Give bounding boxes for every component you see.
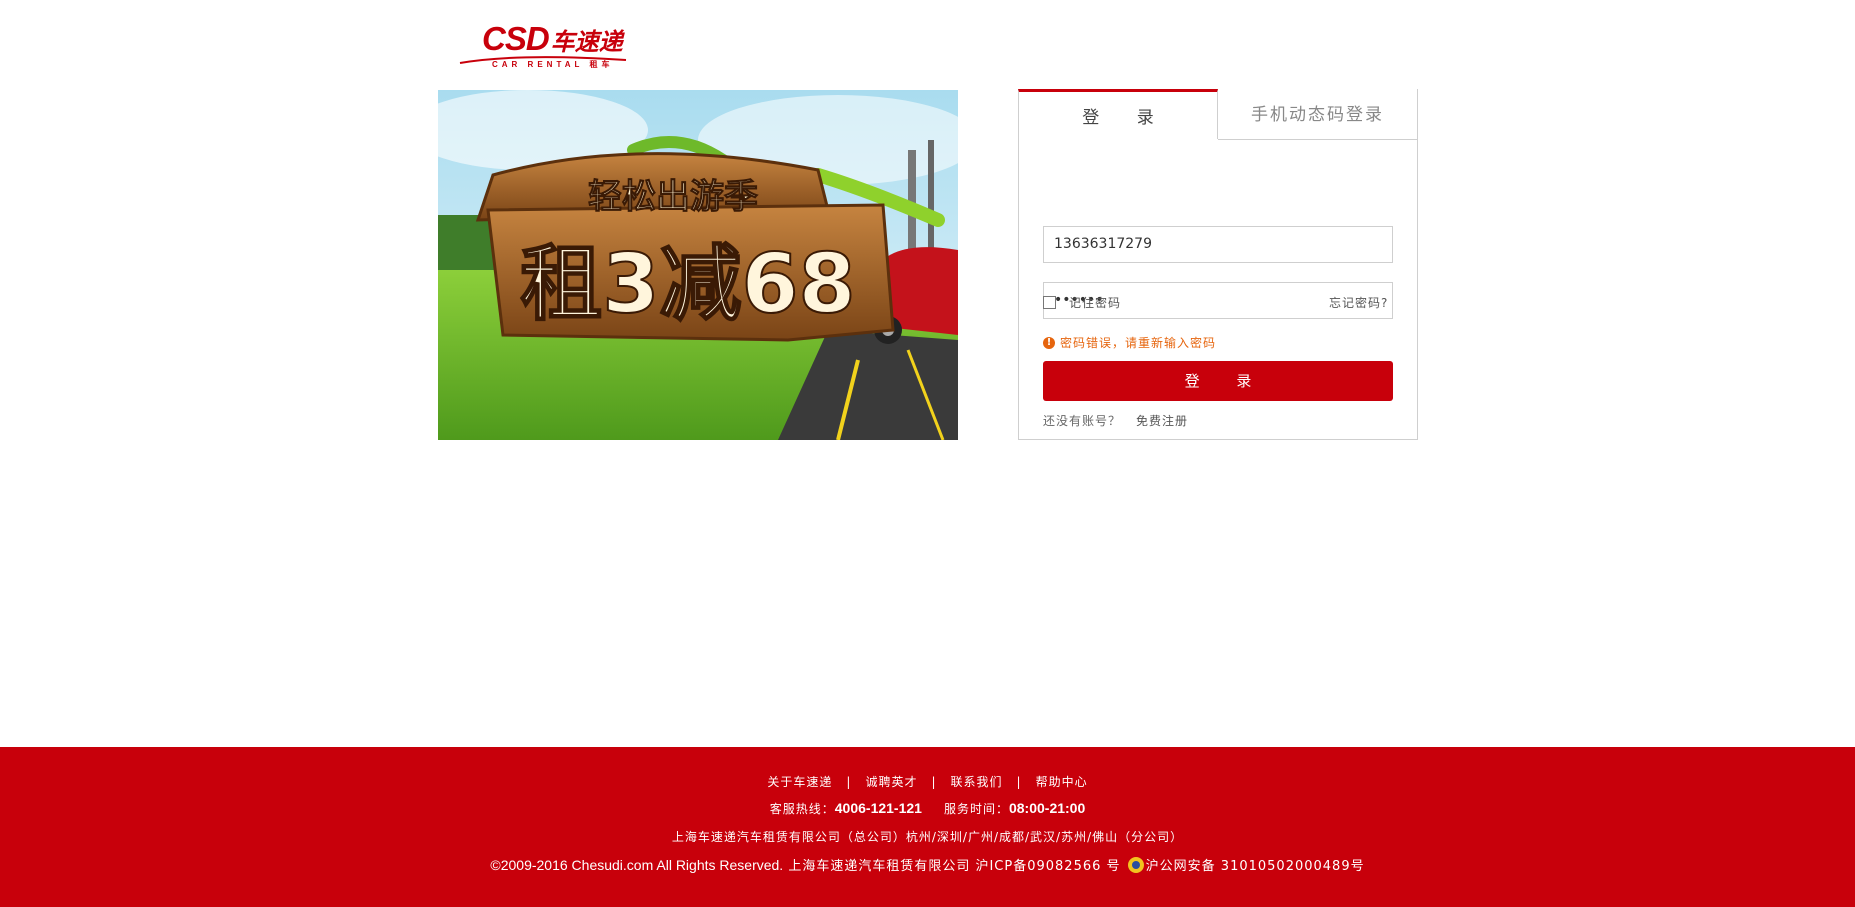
forgot-password-link[interactable]: 忘记密码? xyxy=(1329,294,1388,311)
police-record[interactable]: 沪公网安备 31010502000489号 xyxy=(1146,859,1365,874)
error-icon: ! xyxy=(1043,337,1055,349)
svg-text:租3减68: 租3减68 xyxy=(520,237,855,332)
service-hours: 08:00-21:00 xyxy=(1008,800,1086,816)
tab-sms-login[interactable]: 手机动态码登录 xyxy=(1218,89,1418,140)
footer-link-help[interactable]: 帮助中心 xyxy=(1036,775,1088,789)
icp-record: 上海车速递汽车租赁有限公司 沪ICP备09082566 号 xyxy=(788,859,1121,874)
promo-banner[interactable]: 轻松出游季 租3减68 xyxy=(438,90,958,440)
username-input[interactable]: 13636317279 xyxy=(1043,226,1393,263)
register-link[interactable]: 免费注册 xyxy=(1136,412,1188,429)
footer-links: 关于车速递 | 诚聘英才 | 联系我们 | 帮助中心 xyxy=(0,773,1855,790)
no-account-text: 还没有账号？ xyxy=(1043,414,1122,428)
csd-logo[interactable]: CSD车速递 CAR RENTAL 租车 xyxy=(458,22,628,72)
footer-link-about[interactable]: 关于车速递 xyxy=(767,775,832,789)
footer-separator: | xyxy=(1016,775,1022,789)
footer-separator: | xyxy=(846,775,852,789)
footer: 关于车速递 | 诚聘英才 | 联系我们 | 帮助中心 客服热线：4006-121-121 服务… xyxy=(0,747,1855,907)
tab-password-login[interactable]: 登 录 xyxy=(1018,89,1218,139)
footer-company: 上海车速递汽车租赁有限公司（总公司）杭州/深圳/广州/成都/武汉/苏州/佛山（分… xyxy=(671,830,1184,844)
logo-subtitle: CAR RENTAL 租车 xyxy=(492,60,614,69)
login-button[interactable]: 登 录 xyxy=(1043,361,1393,401)
footer-link-careers[interactable]: 诚聘英才 xyxy=(865,775,917,789)
hotline-label: 客服热线： xyxy=(769,802,835,816)
hotline-number: 4006-121-121 xyxy=(834,800,922,816)
logo-mark: CSD车速递 xyxy=(482,20,623,57)
promo-banner-art: 轻松出游季 租3减68 xyxy=(438,90,958,440)
footer-separator: | xyxy=(931,775,937,789)
footer-hotline: 客服热线：4006-121-121 服务时间：08:00-21:00 xyxy=(0,800,1855,817)
hours-label: 服务时间： xyxy=(943,802,1009,816)
footer-link-contact[interactable]: 联系我们 xyxy=(951,775,1003,789)
copyright-text: ©2009-2016 Chesudi.com All Rights Reserv… xyxy=(490,857,784,873)
footer-copyright: ©2009-2016 Chesudi.com All Rights Reserv… xyxy=(0,855,1855,874)
svg-text:轻松出游季: 轻松出游季 xyxy=(588,177,758,217)
police-badge-icon xyxy=(1127,857,1144,873)
error-message: 密码错误，请重新输入密码 xyxy=(1060,336,1217,350)
remember-password-label[interactable]: 记住密码 xyxy=(1069,294,1121,311)
remember-password-checkbox[interactable] xyxy=(1043,296,1056,309)
